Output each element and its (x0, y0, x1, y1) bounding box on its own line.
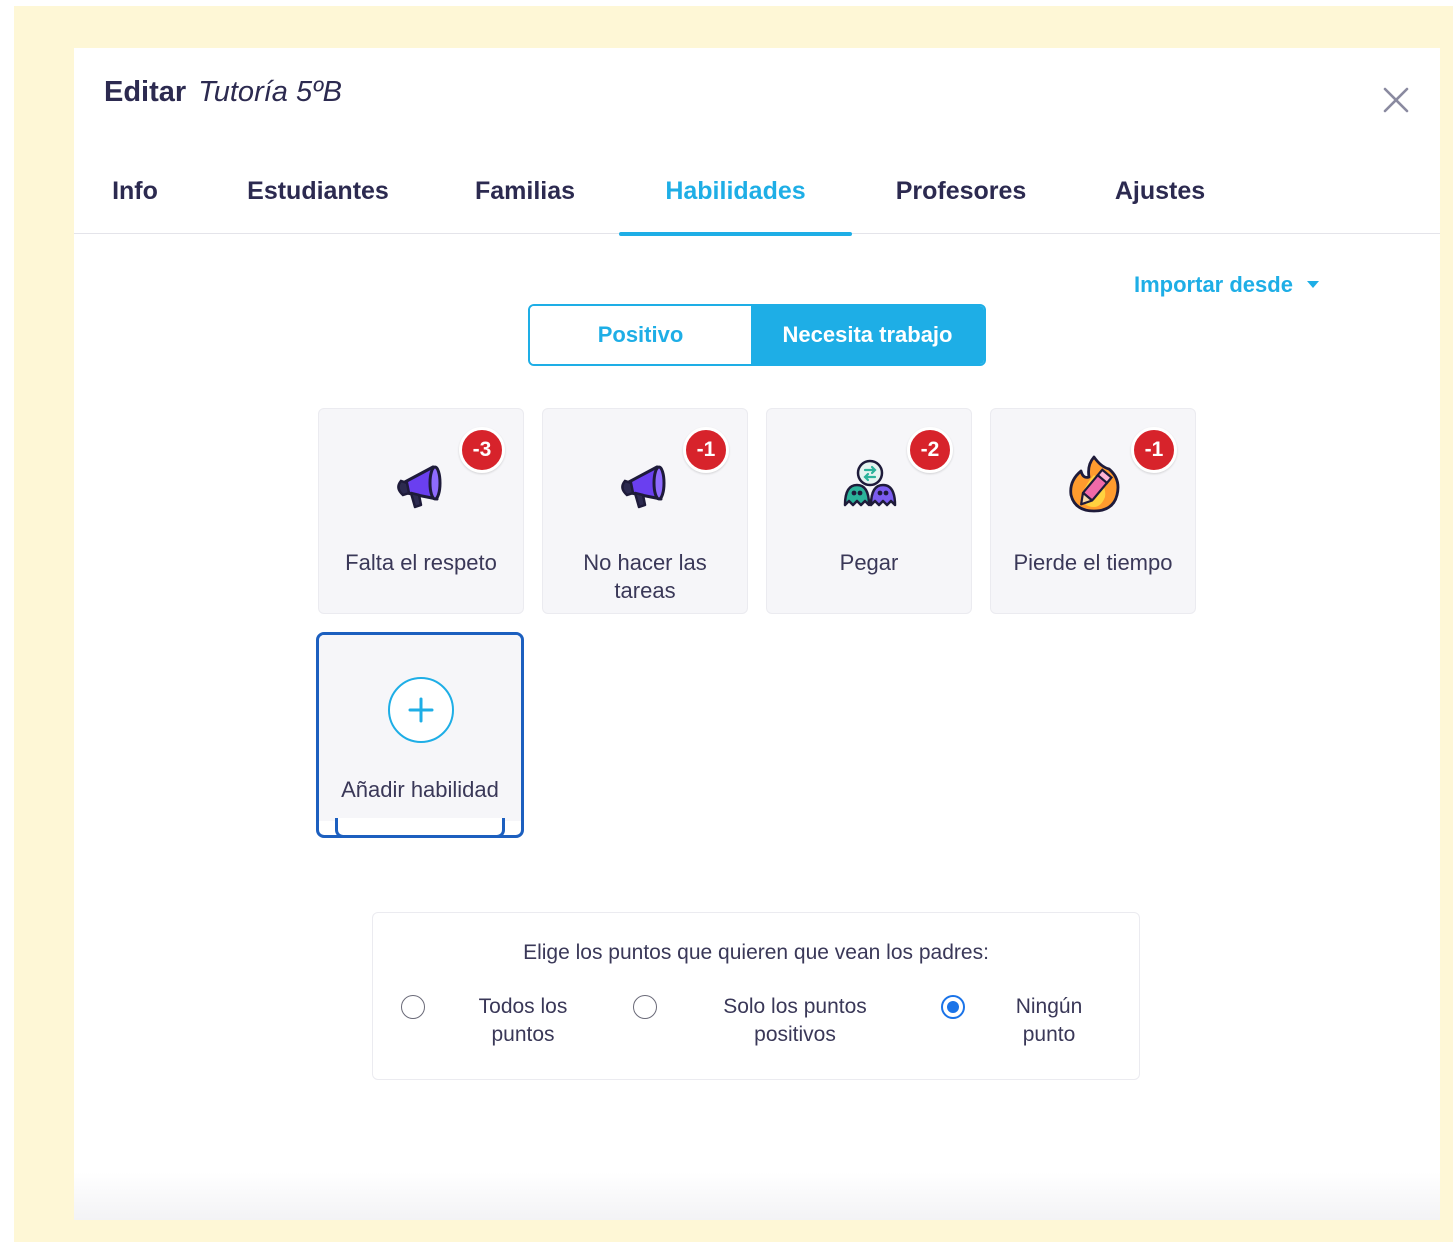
megaphone-icon (621, 465, 666, 509)
skill-card[interactable]: -1 Pierde el tiempo (990, 408, 1196, 614)
radio-label-all-points[interactable]: Todos los puntos (461, 993, 585, 1049)
burning-pencil-icon (1069, 455, 1120, 513)
title-prefix: Editar (104, 76, 187, 108)
add-skill-button[interactable]: Añadir habilidad (316, 632, 524, 838)
points-badge: -3 (459, 427, 505, 473)
points-badge: -2 (907, 427, 953, 473)
tab-habilidades[interactable]: Habilidades (619, 168, 852, 236)
points-badge: -1 (683, 427, 729, 473)
radio-no-points[interactable] (941, 995, 965, 1019)
add-skill-card-foot (335, 818, 505, 838)
skill-card[interactable]: -1 No hacer las tareas (542, 408, 748, 614)
skill-label: Falta el respeto (345, 550, 497, 575)
radio-positive-only[interactable] (633, 995, 657, 1019)
class-name: Tutoría 5ºB (198, 76, 343, 108)
edit-class-modal: Editar Tutoría 5ºB Info Estudiantes Famil… (74, 48, 1440, 1220)
skill-label: No hacer las tareas (583, 550, 707, 603)
tab-estudiantes[interactable]: Estudiantes (232, 168, 404, 234)
megaphone-icon (397, 465, 442, 509)
toggle-needs-work[interactable]: Necesita trabajo (751, 306, 984, 364)
monsters-swap-icon (843, 459, 897, 507)
import-label: Importar desde (1134, 272, 1293, 297)
caret-down-icon (1306, 280, 1319, 288)
tab-profesores[interactable]: Profesores (882, 168, 1040, 234)
behavior-type-toggle: Positivo Necesita trabajo (528, 304, 986, 366)
tab-ajustes[interactable]: Ajustes (1102, 168, 1218, 234)
plus-icon (408, 697, 434, 723)
skill-label: Pierde el tiempo (1013, 550, 1173, 575)
skill-card[interactable]: -2 Pegar (766, 408, 972, 614)
parents-visibility-panel: Elige los puntos que quieren que vean lo… (372, 912, 1140, 1080)
radio-label-positive-only[interactable]: Solo los puntos positivos (699, 993, 891, 1049)
skill-label: Pegar (839, 550, 899, 575)
toggle-positive[interactable]: Positivo (530, 306, 751, 364)
tab-info[interactable]: Info (98, 168, 172, 234)
add-skill-label: Añadir habilidad (341, 777, 499, 802)
radio-all-points[interactable] (401, 995, 425, 1019)
close-icon[interactable] (1380, 84, 1412, 116)
parents-prompt: Elige los puntos que quieren que vean lo… (523, 941, 989, 964)
radio-label-no-points[interactable]: Ningún punto (999, 993, 1099, 1049)
skill-card[interactable]: -3 Falta el respeto (318, 408, 524, 614)
modal-title: Editar Tutoría 5ºB (104, 76, 342, 109)
tab-bar: Info Estudiantes Familias Habilidades Pr… (74, 168, 1440, 236)
plus-circle-icon (388, 677, 454, 743)
tab-familias[interactable]: Familias (462, 168, 588, 234)
import-from-dropdown[interactable]: Importar desde (1134, 272, 1319, 298)
background-frame: Editar Tutoría 5ºB Info Estudiantes Famil… (14, 6, 1453, 1242)
modal-footer-fade (74, 1172, 1440, 1220)
points-badge: -1 (1131, 427, 1177, 473)
